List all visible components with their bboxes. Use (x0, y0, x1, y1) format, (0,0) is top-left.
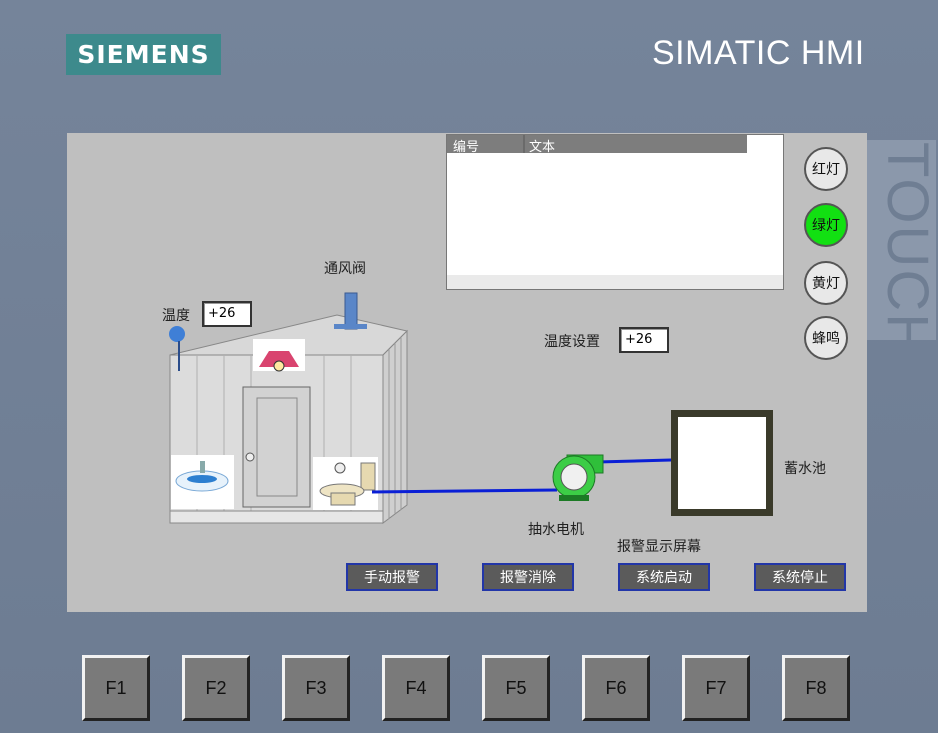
vent-valve (344, 292, 358, 330)
manual-alarm-button[interactable]: 手动报警 (346, 563, 438, 591)
water-tank (671, 410, 773, 516)
temperature-sensor (169, 326, 185, 342)
touch-label-text: TOUCH (875, 142, 936, 340)
pipe-to-pump (371, 488, 558, 494)
floor-base (169, 510, 384, 524)
pipe-to-tank (596, 458, 672, 464)
touch-side-label: TOUCH (866, 140, 936, 340)
alarm-clear-button[interactable]: 报警消除 (482, 563, 574, 591)
function-key-f1[interactable]: F1 (82, 655, 150, 721)
door-knob (245, 452, 255, 462)
function-key-f2[interactable]: F2 (182, 655, 250, 721)
function-key-f7[interactable]: F7 (682, 655, 750, 721)
function-key-f4[interactable]: F4 (382, 655, 450, 721)
door (242, 386, 311, 508)
function-key-f8[interactable]: F8 (782, 655, 850, 721)
system-stop-button[interactable]: 系统停止 (754, 563, 846, 591)
function-key-f6[interactable]: F6 (582, 655, 650, 721)
system-start-button[interactable]: 系统启动 (618, 563, 710, 591)
function-key-f5[interactable]: F5 (482, 655, 550, 721)
siemens-logo: SIEMENS (66, 34, 221, 75)
product-title: SIMATIC HMI (652, 34, 865, 72)
hmi-screen: 编号 文本 报警显示屏幕 红灯 绿灯 黄灯 蜂鸣 温度 +26 温度设置 +26… (67, 133, 867, 612)
plant-graphic (169, 292, 672, 524)
function-key-f3[interactable]: F3 (282, 655, 350, 721)
